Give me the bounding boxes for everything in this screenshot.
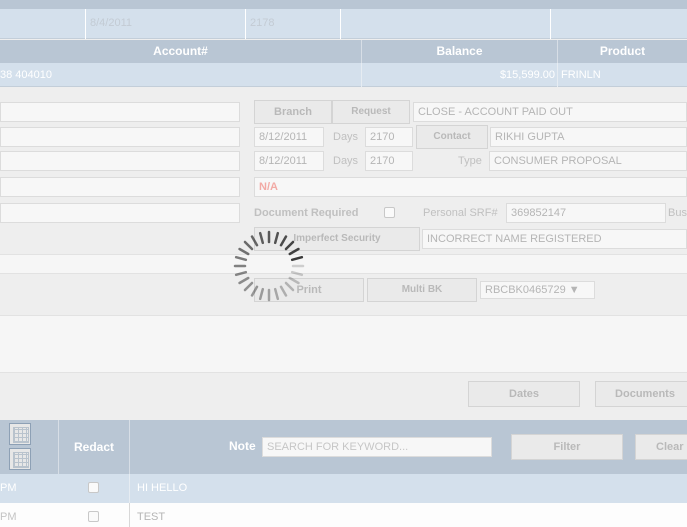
header-product[interactable]: Product <box>558 40 687 63</box>
left-field-2[interactable] <box>0 127 240 147</box>
account-grid-header: Account# Balance Product <box>0 40 687 63</box>
spinner-tick <box>284 281 295 292</box>
spinner-tick <box>234 270 248 277</box>
row-cell-blank-2 <box>341 9 551 39</box>
spinner-tick <box>243 281 254 292</box>
date-field-1[interactable]: 8/12/2011 <box>254 127 324 147</box>
header-account[interactable]: Account# <box>0 40 362 63</box>
clear-button[interactable]: Clear <box>635 434 687 460</box>
table-row[interactable]: PM HI HELLO <box>0 474 687 503</box>
account-row[interactable]: 38 404010 $15,599.00 FRINLN <box>0 63 687 87</box>
date-field-2[interactable]: 8/12/2011 <box>254 151 324 171</box>
row-note: TEST <box>137 511 166 523</box>
redact-checkbox[interactable] <box>88 482 99 493</box>
notes-table-header: Redact Note SEARCH FOR KEYWORD... Filter… <box>0 420 687 474</box>
type-label: Type <box>458 155 482 167</box>
request-button[interactable]: Request <box>332 100 410 124</box>
row-time: PM <box>0 511 17 523</box>
row-cell-blank-3 <box>551 9 687 39</box>
spinner-tick <box>288 276 300 285</box>
days-field-2[interactable]: 2170 <box>365 151 413 171</box>
spinner-tick <box>290 255 304 262</box>
spinner-tick <box>273 231 280 245</box>
redact-checkbox[interactable] <box>88 511 99 522</box>
comment-field[interactable] <box>0 254 687 274</box>
request-field[interactable]: CLOSE - ACCOUNT PAID OUT <box>413 102 687 122</box>
spinner-tick <box>243 240 254 251</box>
row-time: PM <box>0 482 17 494</box>
imperfect-security-field[interactable]: INCORRECT NAME REGISTERED <box>422 229 687 249</box>
days-field-1[interactable]: 2170 <box>365 127 413 147</box>
left-field-4[interactable] <box>0 177 240 197</box>
spinner-tick <box>238 276 250 285</box>
loading-spinner-icon <box>233 230 305 302</box>
account-balance: $15,599.00 <box>362 63 558 87</box>
row-days: 2178 <box>246 9 341 39</box>
filter-button[interactable]: Filter <box>511 434 623 460</box>
type-field[interactable]: CONSUMER PROPOSAL <box>489 151 687 171</box>
top-grid-row[interactable]: 8/4/2011 2178 <box>0 9 687 39</box>
row-date: 8/4/2011 <box>86 9 246 39</box>
document-required-label: Document Required <box>254 207 359 219</box>
left-field-5[interactable] <box>0 203 240 223</box>
left-field-1[interactable] <box>0 102 240 122</box>
row-divider <box>129 503 130 527</box>
account-product: FRINLN <box>561 69 601 81</box>
days-label-2: Days <box>333 155 359 167</box>
spinner-tick <box>279 285 288 297</box>
row-note: HI HELLO <box>137 482 188 494</box>
redact-header[interactable]: Redact <box>59 420 129 474</box>
bus-label: Bus <box>668 207 687 219</box>
personal-srf-field[interactable]: 369852147 <box>506 203 666 223</box>
spinner-tick <box>250 285 259 297</box>
spinner-tick <box>273 287 280 301</box>
na-field[interactable]: N/A <box>254 177 687 197</box>
personal-srf-label: Personal SRF# <box>423 207 498 219</box>
note-search-input[interactable]: SEARCH FOR KEYWORD... <box>262 437 492 457</box>
table-row[interactable]: PM TEST <box>0 503 687 527</box>
documents-button[interactable]: Documents <box>595 381 687 407</box>
spinner-tick <box>279 235 288 247</box>
note-label: Note <box>229 439 256 453</box>
dates-button[interactable]: Dates <box>468 381 580 407</box>
row-cell-blank <box>0 9 86 39</box>
spinner-tick <box>288 247 300 256</box>
bk-select[interactable]: RBCBK0465729 ▼ <box>480 281 595 299</box>
row-divider <box>129 474 130 503</box>
spinner-tick <box>234 255 248 262</box>
branch-button[interactable]: Branch <box>254 100 332 124</box>
spinner-tick <box>258 231 265 245</box>
multi-bk-button[interactable]: Multi BK <box>367 278 477 302</box>
header-balance[interactable]: Balance <box>362 40 558 63</box>
account-number: 38 404010 <box>0 63 362 87</box>
column-divider-2 <box>129 420 130 474</box>
notes-textarea[interactable] <box>0 315 687 373</box>
calendar-icon-2[interactable] <box>9 448 31 470</box>
calendar-icon[interactable] <box>9 423 31 445</box>
contact-field[interactable]: RIKHI GUPTA <box>490 127 687 147</box>
spinner-tick <box>284 240 295 251</box>
left-field-3[interactable] <box>0 151 240 171</box>
document-required-checkbox[interactable] <box>384 207 395 218</box>
spinner-tick <box>250 235 259 247</box>
spinner-tick <box>258 287 265 301</box>
top-grid-header <box>0 0 687 9</box>
spinner-tick <box>290 270 304 277</box>
days-label-1: Days <box>333 131 359 143</box>
contact-button[interactable]: Contact <box>416 125 488 149</box>
spinner-tick <box>238 247 250 256</box>
